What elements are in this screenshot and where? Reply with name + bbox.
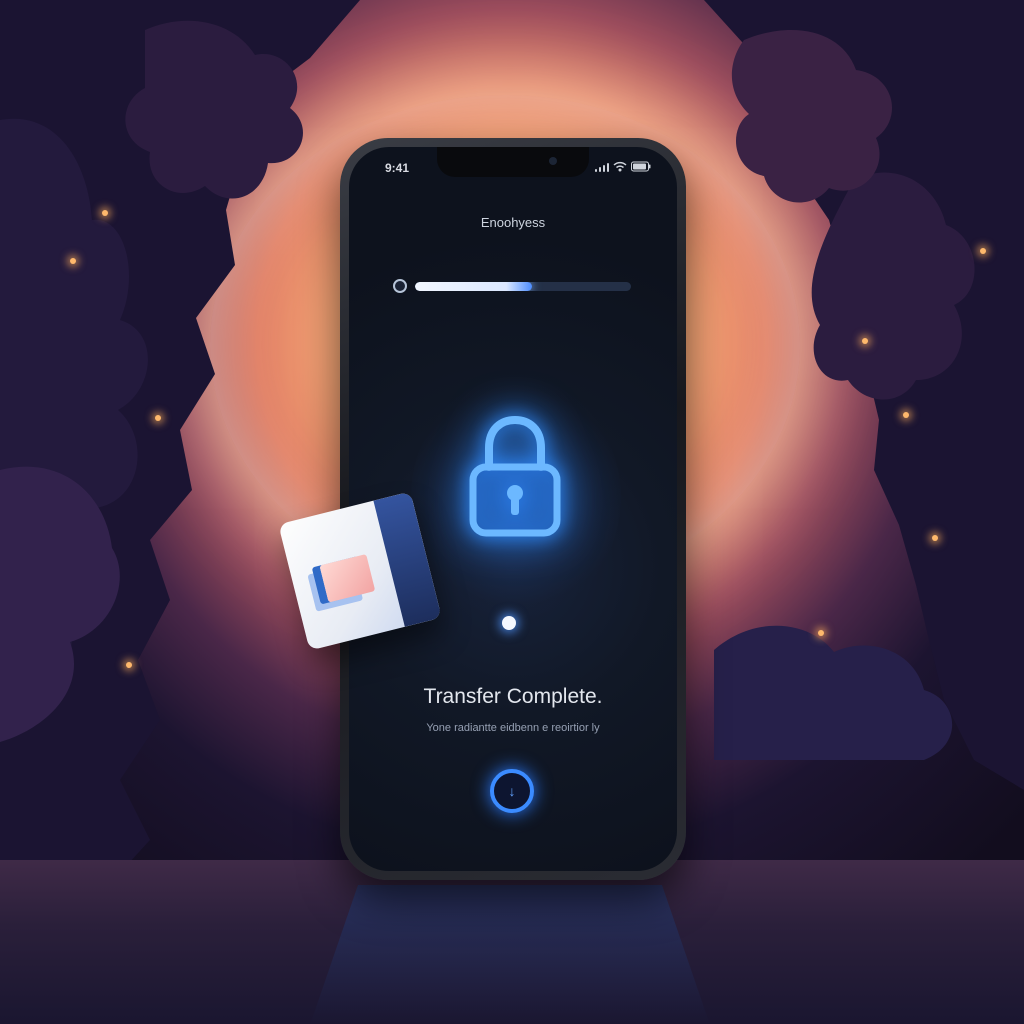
firefly-glow — [102, 210, 108, 216]
firefly-glow — [818, 630, 824, 636]
transfer-progress-bar — [415, 282, 631, 291]
forest-silhouette-left — [0, 0, 360, 900]
firefly-glow — [126, 662, 132, 668]
progress-fill — [415, 282, 532, 291]
camera-icon — [549, 157, 557, 165]
firefly-glow — [980, 248, 986, 254]
lock-icon — [469, 415, 561, 537]
battery-icon — [631, 161, 651, 172]
signal-icon — [595, 163, 609, 172]
progress-start-icon — [393, 279, 407, 293]
transfer-complete-heading: Transfer Complete. — [423, 685, 603, 708]
firefly-glow — [155, 415, 161, 421]
firefly-glow — [70, 258, 76, 264]
image-card-icon — [319, 554, 376, 603]
status-icons — [595, 161, 651, 172]
firefly-glow — [903, 412, 909, 418]
transfer-subtitle: Yone radiantte eidbenn e reoirtior ly — [426, 722, 600, 734]
wifi-icon — [613, 161, 627, 172]
status-time: 9:41 — [385, 161, 410, 175]
screen-title: Enoohyess — [480, 215, 546, 230]
phone-notch — [437, 147, 589, 177]
firefly-glow — [932, 535, 938, 541]
transfer-status-dot — [502, 616, 516, 630]
background-scene: 9:41 Enoohyess Transfer Complete. Yone r… — [0, 0, 1024, 1024]
download-button[interactable]: ↓ — [490, 769, 534, 813]
download-icon: ↓ — [508, 783, 516, 799]
phone-reflection — [310, 885, 710, 1024]
firefly-glow — [862, 338, 868, 344]
